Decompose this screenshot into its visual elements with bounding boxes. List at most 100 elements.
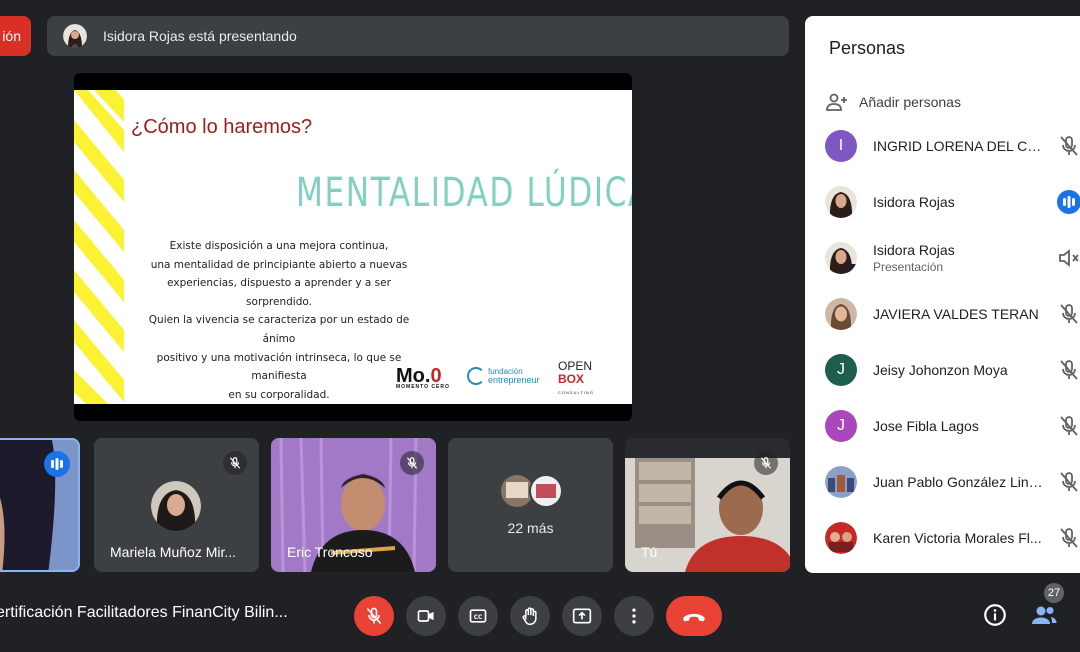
participant-subtitle: Presentación	[873, 260, 944, 274]
self-view-tile[interactable]: Tú	[625, 438, 790, 572]
meeting-details-icon[interactable]	[982, 602, 1008, 628]
captions-button[interactable]: CC	[458, 596, 498, 636]
presenter-avatar	[63, 24, 87, 48]
call-end-icon	[683, 613, 705, 622]
mic-off-icon	[223, 451, 247, 475]
avatar-initial: I	[838, 137, 844, 154]
participant-name: JAVIERA VALDES TERAN	[873, 306, 1039, 322]
mic-off-icon	[400, 451, 424, 475]
participant-row[interactable]: J Jose Fibla Lagos	[825, 406, 1080, 446]
participant-tile-eric[interactable]: Eric Troncoso	[271, 438, 436, 572]
participant-name: Juan Pablo González Line...	[873, 474, 1048, 490]
people-icon[interactable]	[1030, 602, 1058, 628]
mic-off-icon	[1060, 360, 1078, 380]
presenting-text: Isidora Rojas está presentando	[103, 28, 297, 44]
avatar-initial: J	[837, 361, 845, 378]
present-now-button[interactable]	[562, 596, 602, 636]
participant-name-text: Isidora Rojas	[873, 242, 955, 258]
present-button-label: ión	[2, 28, 21, 44]
meeting-controls-bar: ertificación Facilitadores FinanCity Bil…	[0, 583, 1080, 652]
meeting-title: ertificación Facilitadores FinanCity Bil…	[0, 604, 288, 621]
slide-big-title: MENTALIDAD LÚDICA	[296, 170, 632, 216]
participant-name: Karen Victoria Morales Fl...	[873, 530, 1042, 546]
svg-text:CC: CC	[474, 615, 483, 621]
videocam-icon	[417, 610, 434, 622]
participant-tile-isidora[interactable]: jas	[0, 438, 80, 572]
participant-name: INGRID LORENA DEL CAR...	[873, 138, 1048, 154]
mic-off-icon	[754, 451, 778, 475]
more-options-button[interactable]	[614, 596, 654, 636]
participant-name: Isidora Rojas Presentación	[873, 242, 1048, 274]
participant-row[interactable]: Isidora Rojas	[825, 182, 1080, 222]
mic-off-icon	[1060, 304, 1078, 324]
participant-avatar: J	[825, 354, 857, 386]
slide-body-line: experiencias, dispuesto a aprender y a s…	[167, 277, 391, 308]
participant-name: Mariela Muñoz Mir...	[110, 544, 237, 560]
participant-avatar: J	[825, 410, 857, 442]
participant-row[interactable]: Juan Pablo González Line...	[825, 462, 1080, 502]
presenting-banner: Isidora Rojas está presentando	[47, 16, 789, 56]
slide-body-line: Existe disposición a una mejora continua…	[169, 240, 389, 252]
logo-entrepreneur: entrepreneur	[488, 375, 540, 385]
slide-body-text: Existe disposición a una mejora continua…	[134, 237, 424, 404]
slide-body-line: una mentalidad de principiante abierto a…	[150, 258, 408, 271]
raise-hand-button[interactable]	[510, 596, 550, 636]
participant-tile-mariela[interactable]: Mariela Muñoz Mir...	[94, 438, 259, 572]
speaking-indicator-icon	[44, 451, 70, 477]
participant-name: Jose Fibla Lagos	[873, 418, 979, 434]
more-vert-icon	[632, 608, 636, 624]
leave-call-button[interactable]	[666, 596, 722, 636]
presentation-screen[interactable]: ¿Cómo lo haremos? MENTALIDAD LÚDICA Exis…	[74, 73, 632, 421]
present-button[interactable]: ión	[0, 16, 31, 56]
participant-row[interactable]: Karen Victoria Morales Fl...	[825, 518, 1080, 558]
momento-cero-logo: Mo.0 MOMENTO CERO	[396, 365, 450, 390]
more-participants-count: 22 más	[507, 520, 554, 536]
closed-captions-icon: CC	[469, 609, 487, 623]
fundacion-entrepreneur-logo: fundación entrepreneur	[467, 367, 540, 385]
people-panel: Personas Añadir personas I INGRID LORENA…	[805, 16, 1080, 573]
mic-off-icon	[1060, 136, 1078, 156]
logo-consulting: CONSULTING	[558, 390, 594, 395]
slide-body-line: positivo y una motivación intrinseca, lo…	[156, 351, 402, 383]
speaking-indicator-icon	[1057, 190, 1080, 214]
more-participants-avatars	[501, 474, 563, 508]
participant-name: Eric Troncoso	[287, 544, 373, 560]
mic-off-icon	[1060, 472, 1078, 492]
participant-count-badge: 27	[1044, 583, 1064, 603]
participant-avatar	[151, 481, 201, 531]
openbox-logo: OPEN BOX CONSULTING	[558, 360, 594, 399]
mic-off-icon	[1060, 416, 1078, 436]
participant-name: Jeisy Johonzon Moya	[873, 362, 1008, 378]
mic-off-icon	[366, 607, 382, 625]
participant-avatar	[825, 186, 857, 218]
slide-heading: ¿Cómo lo haremos?	[131, 116, 313, 138]
present-to-all-icon	[572, 608, 592, 624]
participant-row[interactable]: JAVIERA VALDES TERAN	[825, 294, 1080, 334]
hand-icon	[522, 607, 537, 626]
mic-toggle-button[interactable]	[354, 596, 394, 636]
add-people-button[interactable]: Añadir personas	[825, 90, 961, 114]
logo-box: BOX	[558, 372, 585, 386]
slide: ¿Cómo lo haremos? MENTALIDAD LÚDICA Exis…	[74, 90, 632, 404]
participant-avatar	[825, 522, 857, 554]
logo-mo-sub: MOMENTO CERO	[396, 384, 450, 390]
participant-avatar	[825, 466, 857, 498]
participant-row[interactable]: J Jeisy Johonzon Moya	[825, 350, 1080, 390]
slide-stripes-decoration	[74, 90, 124, 404]
ring-icon	[467, 367, 485, 385]
camera-toggle-button[interactable]	[406, 596, 446, 636]
add-people-label: Añadir personas	[859, 94, 961, 110]
participant-avatar	[825, 298, 857, 330]
participant-row[interactable]: I INGRID LORENA DEL CAR...	[825, 126, 1080, 166]
participant-avatar	[825, 242, 857, 274]
participant-row[interactable]: Isidora Rojas Presentación	[825, 238, 1080, 278]
slide-body-line: en su corporalidad.	[228, 388, 330, 401]
participant-avatar: I	[825, 130, 857, 162]
panel-title: Personas	[829, 38, 906, 58]
participant-name: Isidora Rojas	[873, 194, 955, 210]
avatar-initial: J	[837, 417, 845, 434]
mic-off-icon	[1060, 528, 1078, 548]
slide-body-line: Quien la vivencia se caracteriza por un …	[148, 314, 410, 345]
volume-off-icon	[1059, 249, 1079, 267]
more-participants-tile[interactable]: 22 más	[448, 438, 613, 572]
